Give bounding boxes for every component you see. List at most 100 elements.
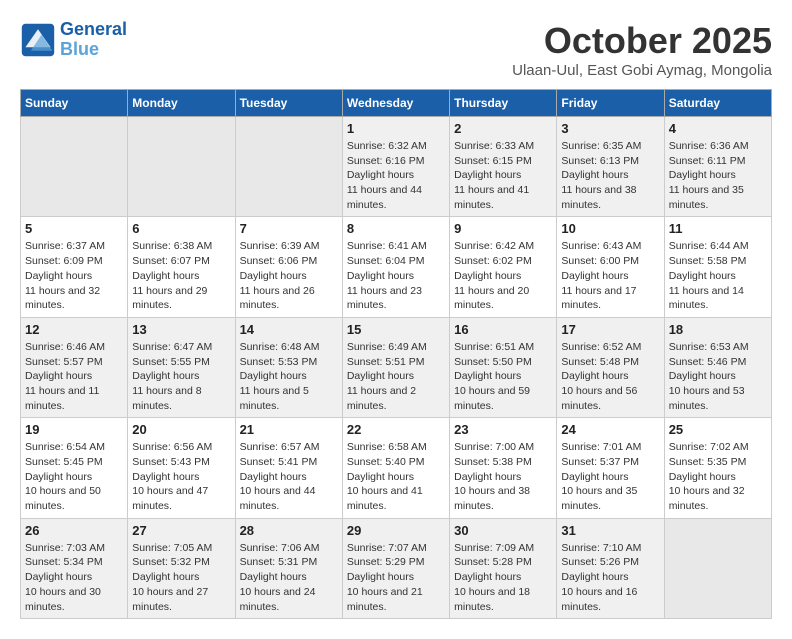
day-info: Sunrise: 6:42 AMSunset: 6:02 PMDaylight … — [454, 239, 552, 312]
day-number: 24 — [561, 422, 659, 437]
calendar-day-cell — [21, 117, 128, 217]
day-info: Sunrise: 6:46 AMSunset: 5:57 PMDaylight … — [25, 340, 123, 413]
calendar-day-cell: 22 Sunrise: 6:58 AMSunset: 5:40 PMDayligh… — [342, 418, 449, 518]
page-header: General Blue October 2025 Ulaan-Uul, Eas… — [20, 20, 772, 79]
day-number: 27 — [132, 523, 230, 538]
weekday-header: Tuesday — [235, 90, 342, 117]
calendar-day-cell: 11Sunrise: 6:44 AMSunset: 5:58 PMDayligh… — [664, 217, 771, 317]
calendar-day-cell — [664, 518, 771, 618]
weekday-header: Sunday — [21, 90, 128, 117]
day-info: Sunrise: 7:01 AMSunset: 5:37 PMDaylight … — [561, 440, 659, 513]
calendar-week-row: 1Sunrise: 6:32 AMSunset: 6:16 PMDaylight… — [21, 117, 772, 217]
calendar-week-row: 12 Sunrise: 6:46 AMSunset: 5:57 PMDayligh… — [21, 317, 772, 417]
calendar-day-cell: 1Sunrise: 6:32 AMSunset: 6:16 PMDaylight… — [342, 117, 449, 217]
day-info: Sunrise: 7:05 AMSunset: 5:32 PMDaylight … — [132, 541, 230, 614]
logo: General Blue — [20, 20, 127, 60]
day-info: Sunrise: 6:48 AMSunset: 5:53 PMDaylight … — [240, 340, 338, 413]
day-info: Sunrise: 6:37 AMSunset: 6:09 PMDaylight … — [25, 239, 123, 312]
day-number: 8 — [347, 221, 445, 236]
calendar-day-cell: 25 Sunrise: 7:02 AMSunset: 5:35 PMDayligh… — [664, 418, 771, 518]
logo-general: General — [60, 19, 127, 39]
weekday-header: Friday — [557, 90, 664, 117]
day-info: Sunrise: 7:00 AMSunset: 5:38 PMDaylight … — [454, 440, 552, 513]
day-info: Sunrise: 6:51 AMSunset: 5:50 PMDaylight … — [454, 340, 552, 413]
day-number: 3 — [561, 121, 659, 136]
title-area: October 2025 Ulaan-Uul, East Gobi Aymag,… — [512, 20, 772, 79]
calendar-day-cell: 21 Sunrise: 6:57 AMSunset: 5:41 PMDayligh… — [235, 418, 342, 518]
day-info: Sunrise: 7:07 AMSunset: 5:29 PMDaylight … — [347, 541, 445, 614]
day-number: 12 — [25, 322, 123, 337]
logo-text: General Blue — [60, 20, 127, 60]
day-info: Sunrise: 6:57 AMSunset: 5:41 PMDaylight … — [240, 440, 338, 513]
day-info: Sunrise: 6:38 AMSunset: 6:07 PMDaylight … — [132, 239, 230, 312]
calendar-day-cell: 10Sunrise: 6:43 AMSunset: 6:00 PMDayligh… — [557, 217, 664, 317]
day-number: 29 — [347, 523, 445, 538]
day-number: 7 — [240, 221, 338, 236]
calendar-day-cell: 6 Sunrise: 6:38 AMSunset: 6:07 PMDaylight… — [128, 217, 235, 317]
day-number: 2 — [454, 121, 552, 136]
day-info: Sunrise: 7:06 AMSunset: 5:31 PMDaylight … — [240, 541, 338, 614]
day-info: Sunrise: 6:35 AMSunset: 6:13 PMDaylight … — [561, 139, 659, 212]
calendar-day-cell: 28Sunrise: 7:06 AMSunset: 5:31 PMDayligh… — [235, 518, 342, 618]
day-number: 15 — [347, 322, 445, 337]
day-info: Sunrise: 7:09 AMSunset: 5:28 PMDaylight … — [454, 541, 552, 614]
day-number: 26 — [25, 523, 123, 538]
calendar-day-cell: 8Sunrise: 6:41 AMSunset: 6:04 PMDaylight… — [342, 217, 449, 317]
day-info: Sunrise: 7:10 AMSunset: 5:26 PMDaylight … — [561, 541, 659, 614]
day-number: 5 — [25, 221, 123, 236]
day-info: Sunrise: 6:39 AMSunset: 6:06 PMDaylight … — [240, 239, 338, 312]
calendar-day-cell: 9 Sunrise: 6:42 AMSunset: 6:02 PMDaylight… — [450, 217, 557, 317]
month-title: October 2025 — [512, 20, 772, 62]
calendar-week-row: 5 Sunrise: 6:37 AMSunset: 6:09 PMDaylight… — [21, 217, 772, 317]
calendar-day-cell: 24 Sunrise: 7:01 AMSunset: 5:37 PMDayligh… — [557, 418, 664, 518]
weekday-header: Wednesday — [342, 90, 449, 117]
day-info: Sunrise: 7:02 AMSunset: 5:35 PMDaylight … — [669, 440, 767, 513]
calendar-day-cell: 27 Sunrise: 7:05 AMSunset: 5:32 PMDayligh… — [128, 518, 235, 618]
day-number: 25 — [669, 422, 767, 437]
day-number: 4 — [669, 121, 767, 136]
day-number: 21 — [240, 422, 338, 437]
day-number: 22 — [347, 422, 445, 437]
calendar-day-cell: 14 Sunrise: 6:48 AMSunset: 5:53 PMDayligh… — [235, 317, 342, 417]
day-number: 23 — [454, 422, 552, 437]
day-number: 18 — [669, 322, 767, 337]
calendar-day-cell — [128, 117, 235, 217]
calendar-day-cell: 13 Sunrise: 6:47 AMSunset: 5:55 PMDayligh… — [128, 317, 235, 417]
calendar-day-cell: 16 Sunrise: 6:51 AMSunset: 5:50 PMDayligh… — [450, 317, 557, 417]
day-number: 9 — [454, 221, 552, 236]
calendar-day-cell: 31Sunrise: 7:10 AMSunset: 5:26 PMDayligh… — [557, 518, 664, 618]
calendar-day-cell: 23 Sunrise: 7:00 AMSunset: 5:38 PMDayligh… — [450, 418, 557, 518]
calendar-day-cell: 15Sunrise: 6:49 AMSunset: 5:51 PMDayligh… — [342, 317, 449, 417]
day-info: Sunrise: 6:56 AMSunset: 5:43 PMDaylight … — [132, 440, 230, 513]
calendar-day-cell: 29 Sunrise: 7:07 AMSunset: 5:29 PMDayligh… — [342, 518, 449, 618]
calendar-day-cell: 30Sunrise: 7:09 AMSunset: 5:28 PMDayligh… — [450, 518, 557, 618]
day-number: 16 — [454, 322, 552, 337]
calendar-day-cell: 20Sunrise: 6:56 AMSunset: 5:43 PMDayligh… — [128, 418, 235, 518]
day-info: Sunrise: 6:36 AMSunset: 6:11 PMDaylight … — [669, 139, 767, 212]
calendar-day-cell: 4 Sunrise: 6:36 AMSunset: 6:11 PMDaylight… — [664, 117, 771, 217]
calendar-day-cell: 3 Sunrise: 6:35 AMSunset: 6:13 PMDaylight… — [557, 117, 664, 217]
day-info: Sunrise: 6:58 AMSunset: 5:40 PMDaylight … — [347, 440, 445, 513]
weekday-header: Thursday — [450, 90, 557, 117]
day-info: Sunrise: 6:52 AMSunset: 5:48 PMDaylight … — [561, 340, 659, 413]
calendar-day-cell: 17 Sunrise: 6:52 AMSunset: 5:48 PMDayligh… — [557, 317, 664, 417]
day-number: 14 — [240, 322, 338, 337]
day-info: Sunrise: 6:47 AMSunset: 5:55 PMDaylight … — [132, 340, 230, 413]
day-info: Sunrise: 7:03 AMSunset: 5:34 PMDaylight … — [25, 541, 123, 614]
logo-blue: Blue — [60, 39, 99, 59]
day-number: 17 — [561, 322, 659, 337]
calendar-week-row: 26 Sunrise: 7:03 AMSunset: 5:34 PMDayligh… — [21, 518, 772, 618]
calendar-day-cell: 19Sunrise: 6:54 AMSunset: 5:45 PMDayligh… — [21, 418, 128, 518]
calendar-day-cell — [235, 117, 342, 217]
day-number: 1 — [347, 121, 445, 136]
location-subtitle: Ulaan-Uul, East Gobi Aymag, Mongolia — [512, 62, 772, 79]
day-number: 13 — [132, 322, 230, 337]
day-number: 6 — [132, 221, 230, 236]
calendar-day-cell: 5 Sunrise: 6:37 AMSunset: 6:09 PMDaylight… — [21, 217, 128, 317]
calendar-day-cell: 12 Sunrise: 6:46 AMSunset: 5:57 PMDayligh… — [21, 317, 128, 417]
day-number: 19 — [25, 422, 123, 437]
weekday-header-row: SundayMondayTuesdayWednesdayThursdayFrid… — [21, 90, 772, 117]
logo-icon — [20, 22, 56, 58]
calendar-day-cell: 26 Sunrise: 7:03 AMSunset: 5:34 PMDayligh… — [21, 518, 128, 618]
day-number: 11 — [669, 221, 767, 236]
